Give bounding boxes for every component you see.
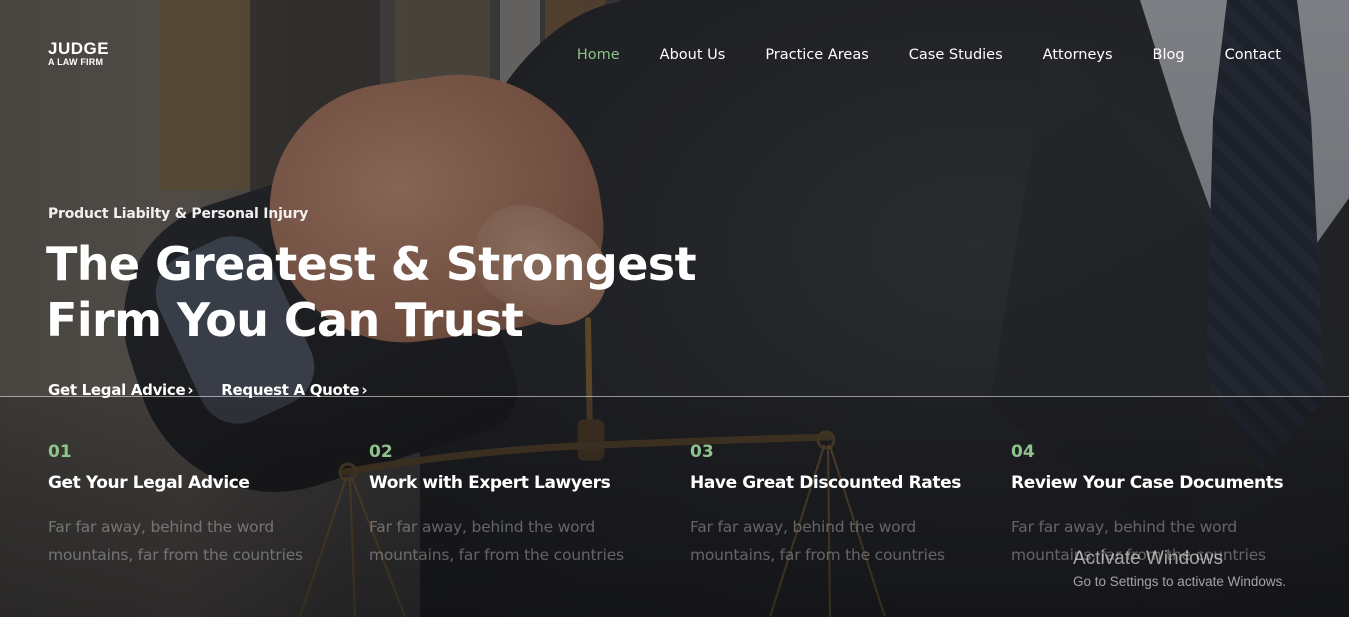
nav-contact[interactable]: Contact <box>1205 45 1281 65</box>
nav-about-us[interactable]: About Us <box>640 45 746 65</box>
feature-item: 02 Work with Expert Lawyers Far far away… <box>369 442 690 569</box>
feature-item: 03 Have Great Discounted Rates Far far a… <box>690 442 1011 569</box>
logo-tagline: A LAW FIRM <box>48 57 104 67</box>
feature-title[interactable]: Get Your Legal Advice <box>48 472 369 494</box>
feature-title[interactable]: Work with Expert Lawyers <box>369 472 690 494</box>
watermark-subtitle: Go to Settings to activate Windows. <box>1073 574 1287 589</box>
feature-number: 04 <box>1011 442 1035 462</box>
nav-blog[interactable]: Blog <box>1133 45 1205 65</box>
nav-case-studies[interactable]: Case Studies <box>889 45 1023 65</box>
feature-description: Far far away, behind the word mountains,… <box>48 518 303 564</box>
feature-item: 01 Get Your Legal Advice Far far away, b… <box>48 442 369 569</box>
feature-number: 01 <box>48 442 72 462</box>
hero-title: The Greatest & Strongest Firm You Can Tr… <box>46 236 746 348</box>
nav-attorneys[interactable]: Attorneys <box>1023 45 1133 65</box>
feature-title[interactable]: Have Great Discounted Rates <box>690 472 1011 494</box>
main-navigation: Home About Us Practice Areas Case Studie… <box>557 45 1281 65</box>
feature-description: Far far away, behind the word mountains,… <box>369 518 624 564</box>
hero-divider <box>0 396 1349 397</box>
feature-title[interactable]: Review Your Case Documents <box>1011 472 1332 494</box>
hero-title-line-1: The Greatest & Strongest <box>46 237 697 291</box>
logo-name: JUDGE <box>48 39 110 58</box>
hero-title-line-2: Firm You Can Trust <box>46 293 524 347</box>
windows-activation-watermark: Activate Windows Go to Settings to activ… <box>1073 548 1286 592</box>
feature-number: 02 <box>369 442 393 462</box>
watermark-title: Activate Windows <box>1073 548 1223 569</box>
site-logo[interactable]: JUDGE A LAW FIRM <box>48 40 109 67</box>
feature-number: 03 <box>690 442 714 462</box>
nav-home[interactable]: Home <box>557 45 640 65</box>
feature-description: Far far away, behind the word mountains,… <box>690 518 945 564</box>
hero-subtitle: Product Liabilty & Personal Injury <box>48 206 309 222</box>
nav-practice-areas[interactable]: Practice Areas <box>745 45 888 65</box>
